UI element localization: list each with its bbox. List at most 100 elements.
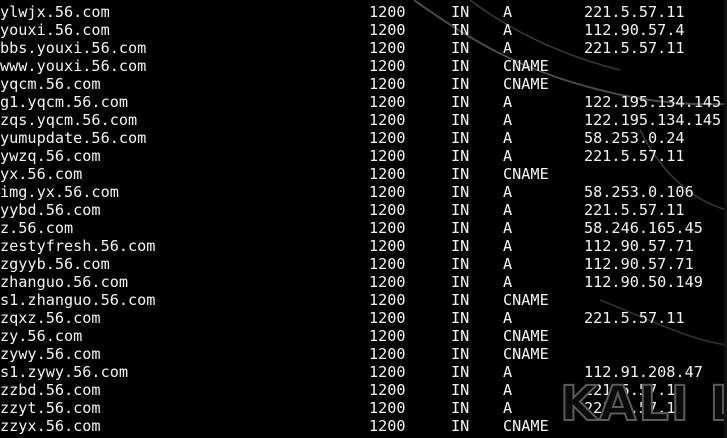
record-address: 221.5.57.11: [584, 399, 685, 417]
record-class: IN: [451, 129, 470, 147]
record-hostname: yqcm.56.com: [0, 75, 101, 93]
record-ttl: 1200: [369, 201, 406, 219]
record-type: A: [503, 381, 513, 399]
record-ttl: 1200: [369, 93, 406, 111]
record-class: IN: [451, 327, 470, 345]
record-hostname: zhanguo.56.com: [0, 273, 129, 291]
record-ttl: 1200: [369, 75, 406, 93]
record-ttl: 1200: [369, 237, 406, 255]
record-type: A: [503, 21, 513, 39]
record-hostname: zy.56.com: [0, 327, 83, 345]
record-class: IN: [451, 75, 470, 93]
record-type: A: [503, 363, 513, 381]
record-type: CNAME: [503, 165, 549, 183]
record-ttl: 1200: [369, 165, 406, 183]
dns-record-row: yx.56.com 1200 IN CNAME: [0, 165, 727, 183]
record-type: CNAME: [503, 57, 549, 75]
record-hostname: zestyfresh.56.com: [0, 237, 156, 255]
record-ttl: 1200: [369, 39, 406, 57]
record-class: IN: [451, 237, 470, 255]
record-class: IN: [451, 21, 470, 39]
record-ttl: 1200: [369, 309, 406, 327]
record-hostname: yumupdate.56.com: [0, 129, 147, 147]
record-type: A: [503, 399, 513, 417]
record-ttl: 1200: [369, 3, 406, 21]
record-class: IN: [451, 165, 470, 183]
dns-record-list: ylwjx.56.com 1200 IN A 221.5.57.11 youxi…: [0, 3, 727, 435]
dns-record-row: youxi.56.com 1200 IN A 112.90.57.4: [0, 21, 727, 39]
record-address: 112.90.57.4: [584, 21, 685, 39]
record-type: CNAME: [503, 75, 549, 93]
record-ttl: 1200: [369, 129, 406, 147]
dns-record-row: s1.zhanguo.56.com 1200 IN CNAME: [0, 291, 727, 309]
record-hostname: zqs.yqcm.56.com: [0, 111, 138, 129]
record-type: CNAME: [503, 417, 549, 435]
record-address: 122.195.134.145: [584, 93, 722, 111]
dns-record-row: z.56.com 1200 IN A 58.246.165.45: [0, 219, 727, 237]
record-ttl: 1200: [369, 399, 406, 417]
record-class: IN: [451, 399, 470, 417]
record-type: CNAME: [503, 327, 549, 345]
record-ttl: 1200: [369, 291, 406, 309]
record-hostname: bbs.youxi.56.com: [0, 39, 147, 57]
record-address: 112.90.57.71: [584, 237, 694, 255]
dns-record-row: www.youxi.56.com 1200 IN CNAME: [0, 57, 727, 75]
record-type: A: [503, 255, 513, 273]
dns-record-row: zqs.yqcm.56.com 1200 IN A 122.195.134.14…: [0, 111, 727, 129]
record-type: A: [503, 3, 513, 21]
record-hostname: s1.zywy.56.com: [0, 363, 129, 381]
record-type: CNAME: [503, 345, 549, 363]
record-ttl: 1200: [369, 363, 406, 381]
record-hostname: zzyt.56.com: [0, 399, 101, 417]
record-address: 112.91.208.47: [584, 363, 703, 381]
record-address: 112.90.57.71: [584, 255, 694, 273]
dns-record-row: zestyfresh.56.com 1200 IN A 112.90.57.71: [0, 237, 727, 255]
record-ttl: 1200: [369, 381, 406, 399]
record-type: A: [503, 39, 513, 57]
record-hostname: g1.yqcm.56.com: [0, 93, 129, 111]
record-class: IN: [451, 183, 470, 201]
record-address: 221.5.57.11: [584, 309, 685, 327]
record-class: IN: [451, 201, 470, 219]
dns-record-row: yumupdate.56.com 1200 IN A 58.253.0.24: [0, 129, 727, 147]
dns-record-row: zywy.56.com 1200 IN CNAME: [0, 345, 727, 363]
dns-record-row: s1.zywy.56.com 1200 IN A 112.91.208.47: [0, 363, 727, 381]
record-address: 58.253.0.106: [584, 183, 694, 201]
record-class: IN: [451, 111, 470, 129]
dns-record-row: zqxz.56.com 1200 IN A 221.5.57.11: [0, 309, 727, 327]
record-ttl: 1200: [369, 111, 406, 129]
record-class: IN: [451, 273, 470, 291]
record-ttl: 1200: [369, 183, 406, 201]
record-hostname: z.56.com: [0, 219, 74, 237]
record-class: IN: [451, 57, 470, 75]
record-ttl: 1200: [369, 21, 406, 39]
record-hostname: youxi.56.com: [0, 21, 110, 39]
record-hostname: zzyx.56.com: [0, 417, 101, 435]
dns-record-row: zzyx.56.com 1200 IN CNAME: [0, 417, 727, 435]
record-address: 58.253.0.24: [584, 129, 685, 147]
record-ttl: 1200: [369, 147, 406, 165]
record-type: A: [503, 111, 513, 129]
dns-record-row: yqcm.56.com 1200 IN CNAME: [0, 75, 727, 93]
record-ttl: 1200: [369, 219, 406, 237]
record-ttl: 1200: [369, 417, 406, 435]
record-class: IN: [451, 219, 470, 237]
record-hostname: zywy.56.com: [0, 345, 101, 363]
record-address: 112.90.50.149: [584, 273, 703, 291]
record-address: 122.195.134.145: [584, 111, 722, 129]
record-type: A: [503, 273, 513, 291]
record-class: IN: [451, 147, 470, 165]
record-ttl: 1200: [369, 273, 406, 291]
record-class: IN: [451, 3, 470, 21]
record-address: 221.5.57.11: [584, 147, 685, 165]
record-class: IN: [451, 255, 470, 273]
record-hostname: www.youxi.56.com: [0, 57, 147, 75]
dns-record-row: zy.56.com 1200 IN CNAME: [0, 327, 727, 345]
record-class: IN: [451, 363, 470, 381]
record-ttl: 1200: [369, 327, 406, 345]
record-address: 221.5.57.11: [584, 381, 685, 399]
record-address: 221.5.57.11: [584, 201, 685, 219]
terminal-window[interactable]: ylwjx.56.com 1200 IN A 221.5.57.11 youxi…: [0, 0, 727, 438]
record-type: A: [503, 129, 513, 147]
record-type: A: [503, 237, 513, 255]
